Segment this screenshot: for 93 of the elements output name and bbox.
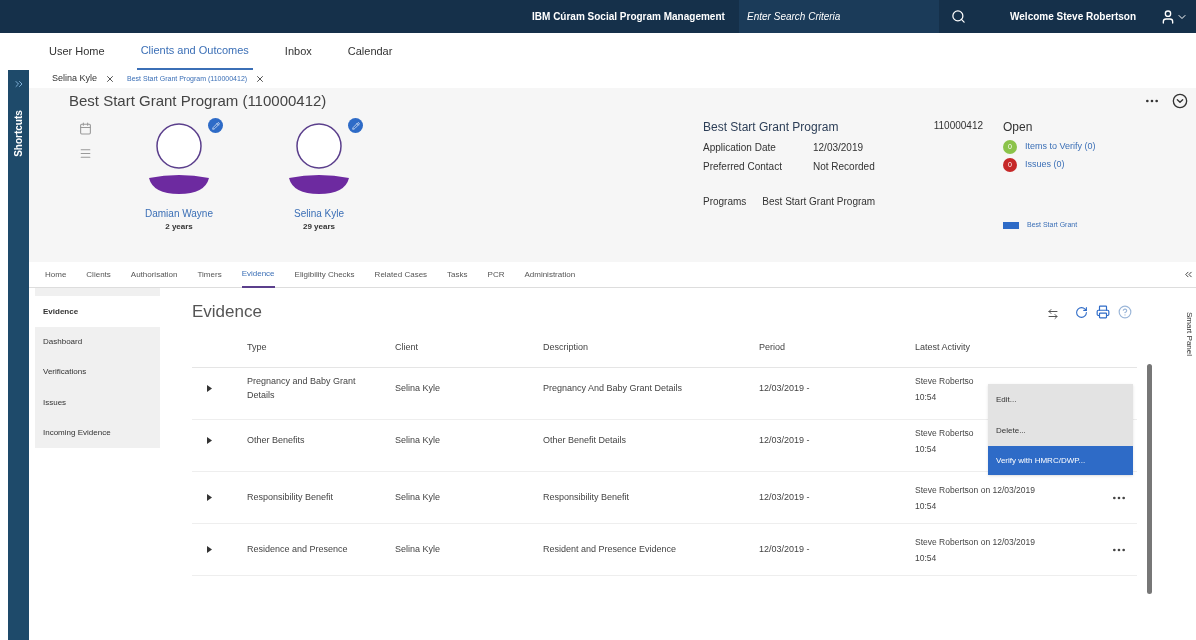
table-cell-text: 12/03/2019 - [759,490,811,504]
expand-icon[interactable] [12,78,25,90]
table-cell-text: Selina Kyle [395,542,442,556]
field-value: Best Start Grant Program [762,195,876,209]
table-cell-text: Steve Robertso 10:54 [915,374,974,404]
product-name: IBM Cúram Social Program Management [531,10,726,24]
client-name-link[interactable]: Selina Kyle [294,206,344,221]
column-header: Description [543,340,590,354]
case-tab[interactable]: PCR [487,261,505,288]
case-tab[interactable]: Clients [86,261,111,288]
refresh-icon[interactable] [1075,305,1088,319]
menu-item[interactable]: Verify with HMRC/DWP... [988,446,1133,475]
column-header: Client [395,340,419,354]
table-cell-text: Selina Kyle [395,382,442,395]
case-tab[interactable]: Related Cases [374,261,428,288]
expand-row-icon[interactable] [207,546,212,553]
field-label: Preferred Contact [703,160,783,174]
table-cell-text: Residence and Presence [247,542,349,556]
field-label: Programs [703,195,747,209]
nav-tab[interactable]: Inbox [280,33,316,70]
side-nav-item[interactable]: Evidence [35,296,160,328]
case-tab[interactable]: Tasks [447,261,468,288]
status-label: Open [1003,119,1034,136]
table-cell-text: Steve Robertson on 12/03/2019 10:54 [915,535,1036,565]
field-value: Not Recorded [813,160,875,174]
search-field[interactable]: Enter Search Criteria [739,0,940,33]
case-tab[interactable]: Eligibility Checks [294,261,355,288]
case-reference: 110000412 [933,119,983,133]
nav-tab[interactable]: Calendar [343,33,397,70]
shortcuts-bar[interactable]: Shortcuts [8,70,29,640]
expand-row-icon[interactable] [207,494,212,501]
nav-tab[interactable]: User Home [45,33,109,70]
scrollbar[interactable] [1147,364,1152,594]
menu-item[interactable]: Delete... [988,415,1133,446]
side-nav-item[interactable]: Dashboard [35,327,160,358]
edit-badge-icon[interactable] [208,118,223,133]
table-cell-text: Steve Robertso 10:54 [915,426,974,456]
resize-icon[interactable] [1047,308,1059,320]
open-tab[interactable]: Selina Kyle [52,72,98,86]
case-tab[interactable]: Evidence [241,261,275,288]
status-link[interactable]: Items to Verify (0) [1025,140,1096,154]
column-header: Latest Activity [915,340,972,354]
side-nav-item[interactable]: Verifications [35,357,160,388]
case-tab[interactable]: Timers [197,261,222,288]
welcome-text: Welcome Steve Robertson [1010,10,1136,24]
table-cell-text: Resident and Presence Evidence [543,542,678,556]
search-icon[interactable] [951,9,967,24]
client-age: 2 years [165,221,193,233]
section-title: Evidence [192,301,263,324]
shortcuts-label[interactable]: Shortcuts [11,110,26,157]
status-link[interactable]: Issues (0) [1025,158,1065,172]
expand-row-icon[interactable] [207,385,212,393]
table-cell-text: Other Benefit Details [543,434,628,447]
column-header: Period [759,340,786,354]
collapse-icon[interactable] [1172,93,1188,109]
expand-row-icon[interactable] [207,437,212,445]
nav-tab[interactable]: Clients and Outcomes [136,33,253,70]
person-avatar-icon [287,122,351,194]
field-label: Application Date [703,141,777,155]
menu-item[interactable]: Edit... [988,384,1133,415]
case-tab[interactable]: Home [45,261,67,288]
calendar-icon[interactable] [79,122,92,135]
client-age: 29 years [303,221,335,233]
client-name-link[interactable]: Damian Wayne [145,206,213,221]
close-icon[interactable] [255,74,266,84]
case-tab[interactable]: Authorisation [130,261,178,288]
table-cell-text: Selina Kyle [395,490,442,504]
table-cell-text: Other Benefits [247,434,306,447]
table-cell-text: Responsibility Benefit [247,490,335,504]
side-nav-item[interactable]: Incoming Evidence [35,417,160,448]
side-nav-item[interactable]: Issues [35,387,160,418]
tag-icon [1003,221,1019,229]
case-tab[interactable]: Administration [524,261,576,288]
expand-panel-icon[interactable] [1183,269,1194,280]
case-title: Best Start Grant Program [703,119,840,136]
person-avatar-icon [147,122,211,194]
column-header: Type [247,340,268,354]
field-value: 12/03/2019 [813,141,864,155]
page-title: Best Start Grant Program (110000412) [69,90,328,111]
table-cell-text: Pregnancy And Baby Grant Details [543,382,684,395]
close-icon[interactable] [105,74,116,84]
edit-badge-icon[interactable] [348,118,363,133]
table-cell-text: 12/03/2019 - [759,434,811,447]
table-cell-text: Steve Robertson on 12/03/2019 10:54 [915,483,1036,513]
user-icon[interactable] [1160,8,1176,25]
table-cell-text: 12/03/2019 - [759,542,811,556]
smart-panel-label[interactable]: Smart Panel [1183,312,1195,356]
table-cell-text: Responsibility Benefit [543,490,631,504]
table-cell-text: Selina Kyle [395,434,442,447]
table-cell-text: 12/03/2019 - [759,382,811,395]
list-icon[interactable] [79,147,92,160]
print-icon[interactable] [1096,305,1110,319]
table-cell-text: Pregnancy and Baby Grant Details [247,375,357,402]
